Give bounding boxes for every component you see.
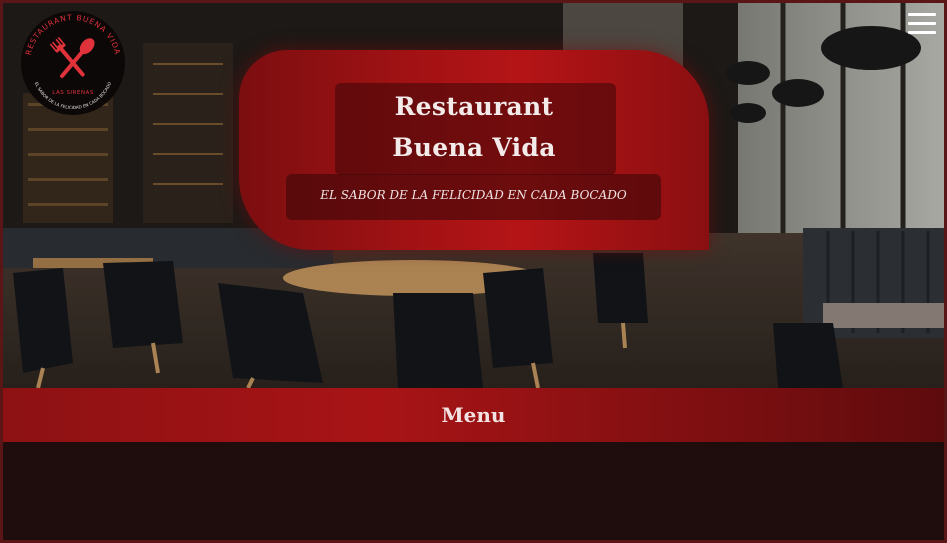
title-card: Restaurant Buena Vida EL SABOR DE LA FEL… [239, 50, 709, 250]
restaurant-logo[interactable]: RESTAURANT BUENA VIDA EL SABOR DE LA FEL… [18, 8, 128, 118]
menu-section-header[interactable]: Menu [3, 388, 944, 442]
page: RESTAURANT BUENA VIDA EL SABOR DE LA FEL… [0, 0, 947, 543]
menu-content-area [3, 442, 944, 540]
logo-emblem: RESTAURANT BUENA VIDA EL SABOR DE LA FEL… [21, 11, 125, 115]
hero-section: RESTAURANT BUENA VIDA EL SABOR DE LA FEL… [3, 3, 944, 388]
site-title-line2: Buena Vida [392, 133, 556, 162]
tagline: EL SABOR DE LA FELICIDAD EN CADA BOCADO [320, 188, 627, 202]
hamburger-line [908, 31, 936, 34]
hamburger-menu-icon[interactable] [908, 13, 936, 35]
hamburger-line [908, 22, 936, 25]
hamburger-line [908, 13, 936, 16]
site-title-line1: Restaurant [394, 92, 554, 121]
menu-heading: Menu [441, 403, 506, 427]
tagline-box: EL SABOR DE LA FELICIDAD EN CADA BOCADO [286, 174, 661, 220]
logo-location: LAS SIRENAS [52, 90, 93, 96]
